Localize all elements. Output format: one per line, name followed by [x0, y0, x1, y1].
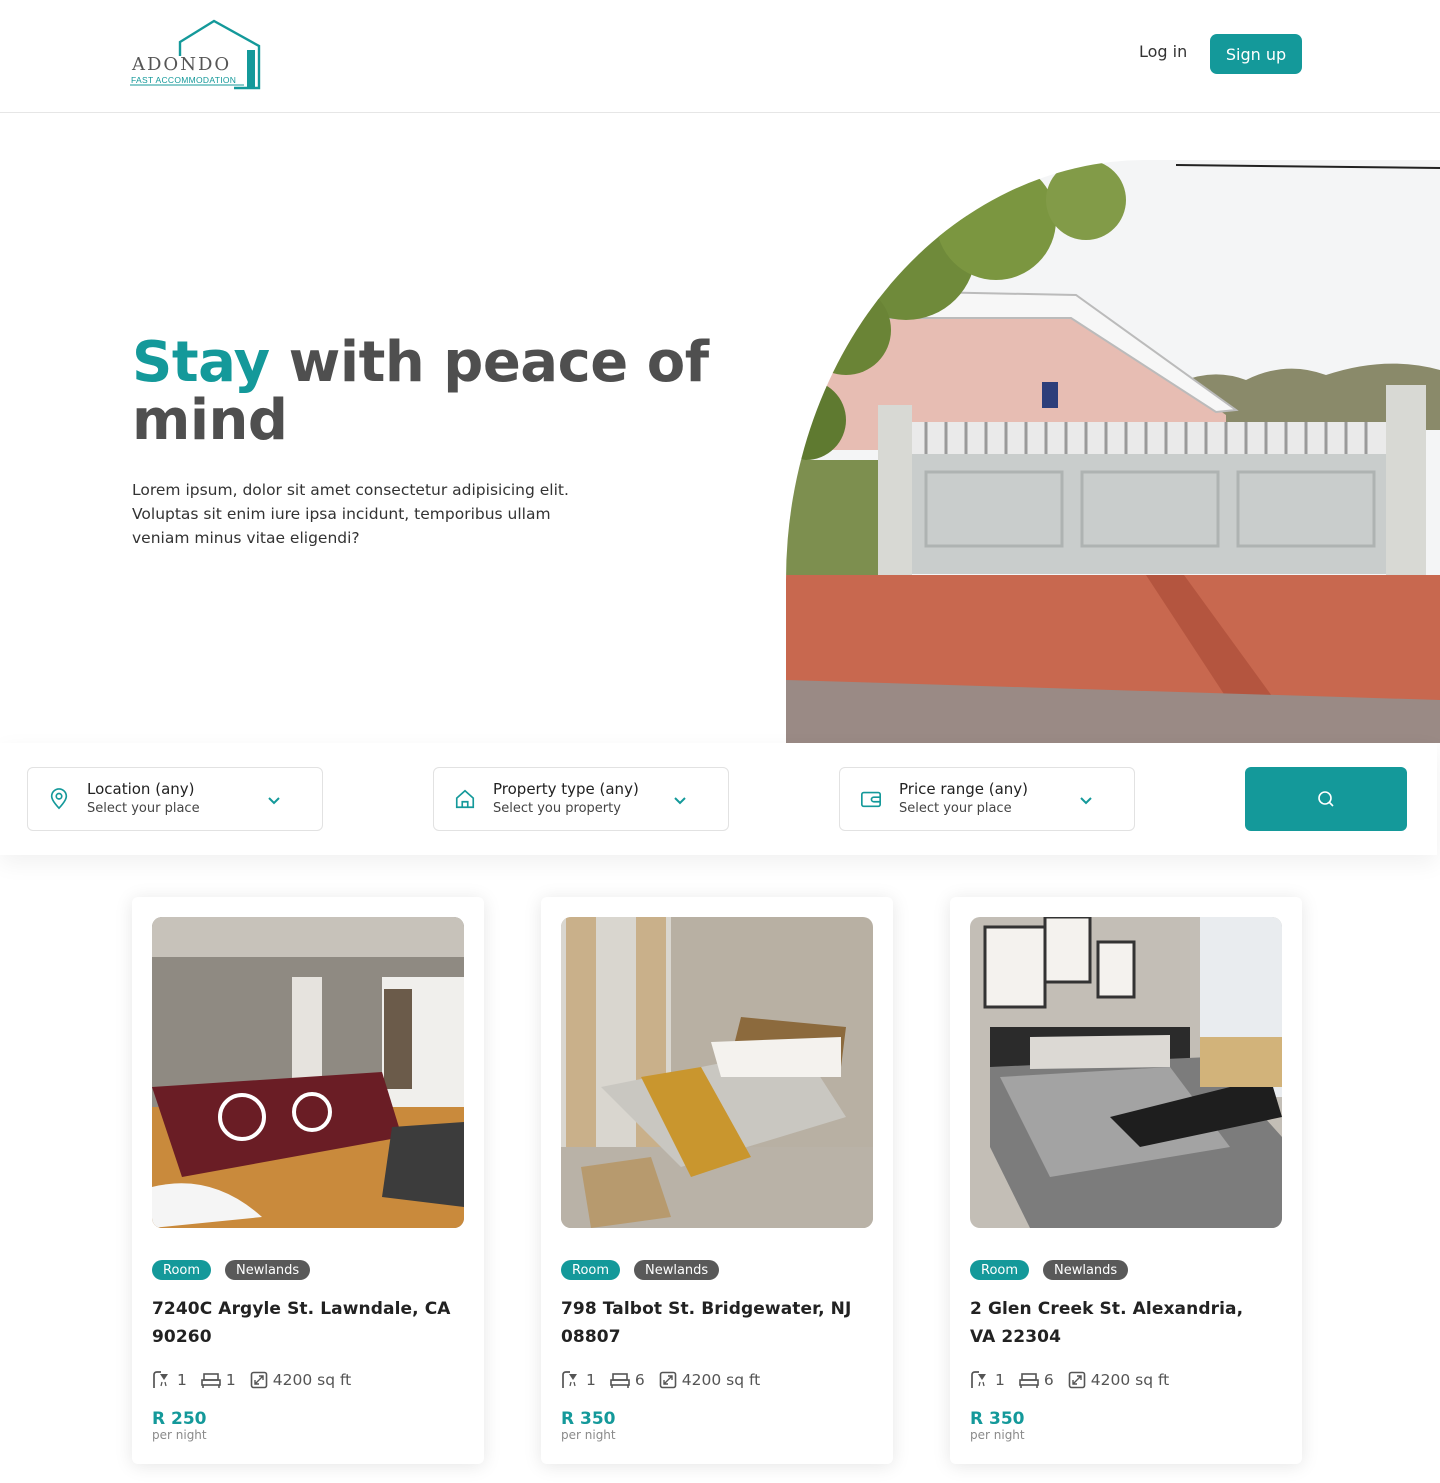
- shower-icon: [153, 1371, 168, 1388]
- site-header: ADONDO FAST ACCOMMODATION Log in Sign up: [0, 0, 1440, 113]
- price-range-select[interactable]: Price range (any) Select your place: [839, 767, 1135, 831]
- bed-count: 1: [201, 1371, 236, 1389]
- listing-photo[interactable]: [152, 917, 464, 1228]
- area-badge: Newlands: [634, 1260, 720, 1280]
- signup-button[interactable]: Sign up: [1210, 34, 1302, 74]
- listing-address: 7240C Argyle St. Lawndale, CA 90260: [152, 1299, 451, 1347]
- hero-title-accent: Stay: [132, 330, 270, 395]
- type-badge: Room: [970, 1260, 1030, 1280]
- location-select-label: Location (any): [87, 780, 195, 798]
- listing-features: 1 1 4200 sq ft: [152, 1369, 365, 1391]
- bed-icon: [1019, 1373, 1039, 1388]
- area-badge: Newlands: [225, 1260, 311, 1280]
- floor-area-value: 4200 sq ft: [1090, 1371, 1170, 1389]
- brand-logo[interactable]: ADONDO FAST ACCOMMODATION: [130, 18, 264, 90]
- area-size-icon: [659, 1371, 677, 1389]
- search-bar: Location (any) Select your place Propert…: [0, 743, 1437, 855]
- floor-area-value: 4200 sq ft: [272, 1371, 352, 1389]
- chevron-down-icon: [1080, 797, 1092, 805]
- bathroom-count-value: 1: [177, 1371, 187, 1389]
- floor-area: 4200 sq ft: [1068, 1371, 1169, 1389]
- type-badge: Room: [561, 1260, 621, 1280]
- location-pin-icon: [50, 788, 68, 810]
- listing-features: 1 6 4200 sq ft: [561, 1369, 774, 1391]
- floor-area: 4200 sq ft: [659, 1371, 760, 1389]
- property-type-hint: Select you property: [493, 801, 621, 816]
- bathroom-count-value: 1: [995, 1371, 1005, 1389]
- login-link[interactable]: Log in: [1139, 42, 1187, 61]
- bed-icon: [201, 1373, 221, 1388]
- area-size-icon: [1068, 1371, 1086, 1389]
- shower-icon: [562, 1371, 577, 1388]
- price-unit: per night: [970, 1428, 1025, 1442]
- property-type-select[interactable]: Property type (any) Select you property: [433, 767, 729, 831]
- bathroom-count: 1: [152, 1371, 187, 1389]
- listing-card[interactable]: Room Newlands 798 Talbot St. Bridgewater…: [541, 897, 893, 1464]
- listing-card[interactable]: Room Newlands 2 Glen Creek St. Alexandri…: [950, 897, 1302, 1464]
- listing-photo[interactable]: [561, 917, 873, 1228]
- listing-price: R 250: [152, 1409, 207, 1429]
- hero-house-photo: [786, 160, 1440, 743]
- price-range-hint: Select your place: [899, 801, 1012, 816]
- bed-count-value: 6: [1043, 1371, 1054, 1389]
- location-select[interactable]: Location (any) Select your place: [27, 767, 323, 831]
- floor-area-value: 4200 sq ft: [681, 1371, 761, 1389]
- brand-tagline: FAST ACCOMMODATION: [131, 75, 237, 85]
- brand-wordmark: ADONDO: [132, 54, 232, 75]
- price-unit: per night: [561, 1428, 616, 1442]
- bed-count-value: 1: [225, 1371, 236, 1389]
- listing-price: R 350: [561, 1409, 616, 1429]
- chevron-down-icon: [674, 797, 686, 805]
- listing-photo[interactable]: [970, 917, 1282, 1228]
- listing-features: 1 6 4200 sq ft: [970, 1369, 1183, 1391]
- area-badge: Newlands: [1043, 1260, 1129, 1280]
- listing-price: R 350: [970, 1409, 1025, 1429]
- property-type-label: Property type (any): [493, 780, 639, 798]
- listing-address: 2 Glen Creek St. Alexandria, VA 22304: [970, 1299, 1244, 1347]
- location-select-hint: Select your place: [87, 801, 200, 816]
- chevron-down-icon: [268, 797, 280, 805]
- price-range-label: Price range (any): [899, 780, 1029, 798]
- hero-description: Lorem ipsum, dolor sit amet consectetur …: [132, 481, 569, 547]
- bed-icon: [610, 1373, 630, 1388]
- bathroom-count: 1: [561, 1371, 596, 1389]
- bathroom-count-value: 1: [586, 1371, 596, 1389]
- wallet-icon: [861, 791, 881, 808]
- hero-title: Stay with peace of mind: [132, 334, 732, 450]
- type-badge: Room: [152, 1260, 212, 1280]
- bed-count: 6: [610, 1371, 645, 1389]
- listing-card[interactable]: Room Newlands 7240C Argyle St. Lawndale,…: [132, 897, 484, 1464]
- area-size-icon: [250, 1371, 268, 1389]
- search-icon: [1318, 791, 1334, 807]
- bed-count-value: 6: [634, 1371, 645, 1389]
- search-button[interactable]: [1245, 767, 1407, 831]
- shower-icon: [971, 1371, 986, 1388]
- price-unit: per night: [152, 1428, 207, 1442]
- floor-area: 4200 sq ft: [250, 1371, 351, 1389]
- bathroom-count: 1: [970, 1371, 1005, 1389]
- house-icon: [455, 789, 475, 809]
- bed-count: 6: [1019, 1371, 1054, 1389]
- listing-address: 798 Talbot St. Bridgewater, NJ 08807: [561, 1299, 852, 1347]
